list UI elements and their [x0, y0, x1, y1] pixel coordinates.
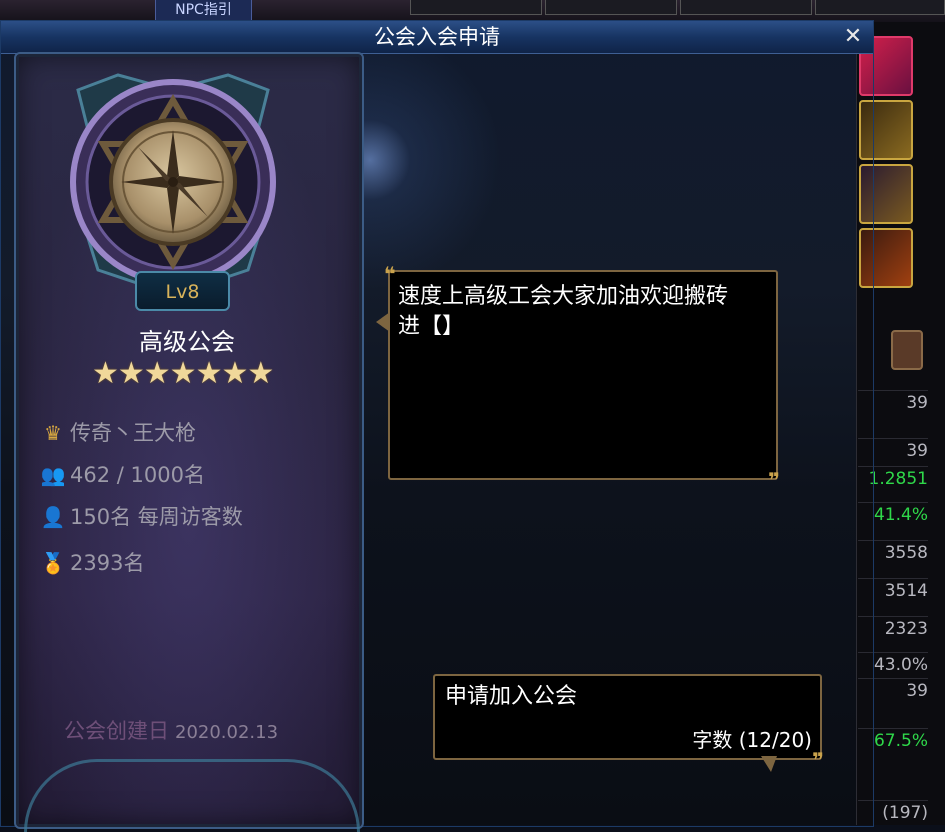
members-icon: 👥 [40, 463, 66, 487]
guild-members-row: 👥 462 / 1000名 [40, 460, 205, 490]
guild-emblem-icon [70, 73, 276, 297]
bubble-tail [376, 312, 390, 332]
crown-icon: ♛ [44, 421, 62, 445]
guild-level-badge: Lv8 [135, 271, 230, 311]
medal-icon: 🏅 [40, 551, 66, 575]
founded-date: 2020.02.13 [175, 722, 279, 743]
guild-visitors-row: 👤 150名 每周访客数 [40, 502, 243, 532]
top-tab[interactable] [545, 0, 677, 15]
bubble-tail [761, 756, 777, 772]
top-tab[interactable] [680, 0, 812, 15]
visitor-icon: 👤 [40, 505, 66, 529]
card-frame-ornament [24, 759, 360, 832]
founded-label: 公会创建日 [64, 719, 169, 743]
inventory-icon[interactable] [891, 330, 923, 370]
close-icon[interactable]: ✕ [839, 25, 867, 49]
dialog-title: 公会入会申请 [374, 25, 500, 49]
guild-name: 高级公会 [139, 328, 235, 356]
guild-founded: 公会创建日 2020.02.13 [64, 716, 278, 746]
top-tab[interactable] [410, 0, 542, 15]
guild-message-bubble: ❝ 速度上高级工会大家加油欢迎搬砖进【】 ❞ [376, 264, 780, 490]
npc-guide-button[interactable]: NPC指引 [155, 0, 252, 21]
guild-rank: 2393名 [70, 551, 145, 575]
top-tab[interactable] [815, 0, 945, 15]
application-message-input[interactable]: 申请加入公会 [445, 682, 577, 712]
guild-star-rating: ★★★★★★★ [92, 356, 274, 391]
quote-close-icon: ❞ [768, 468, 780, 492]
quote-open-icon: ❝ [384, 262, 396, 286]
character-counter: 字数 (12/20) [692, 728, 812, 752]
guild-leader: 传奇丶王大枪 [70, 421, 196, 445]
guild-rank-row: 🏅 2393名 [40, 548, 145, 578]
guild-weekly-visitors: 150名 每周访客数 [70, 505, 243, 529]
application-input-bubble[interactable]: 申请加入公会 字数 (12/20) ❞ [433, 674, 824, 772]
dialog-title-bar[interactable]: 公会入会申请 ✕ [1, 21, 873, 54]
quote-close-icon: ❞ [812, 748, 824, 772]
guild-leader-row: ♛ 传奇丶王大枪 [40, 418, 196, 448]
guild-member-count: 462 / 1000名 [70, 463, 205, 487]
guild-message-text: 速度上高级工会大家加油欢迎搬砖进【】 [398, 284, 729, 339]
